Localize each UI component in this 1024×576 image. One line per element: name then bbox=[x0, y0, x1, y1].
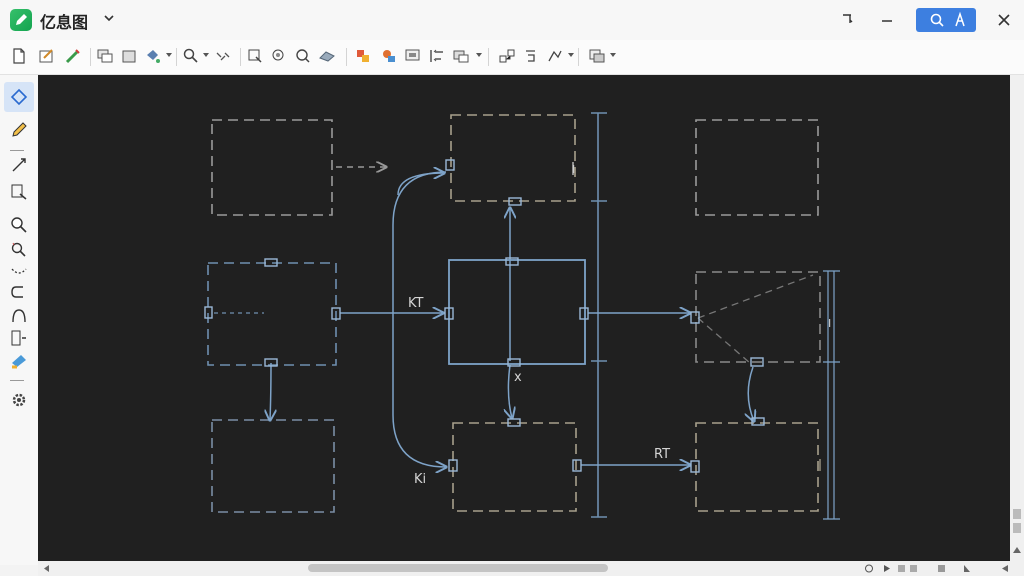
diagram: KT x RT Ki I I bbox=[204, 112, 840, 520]
layout-icon[interactable] bbox=[588, 47, 606, 65]
dropdown-arrow-icon[interactable] bbox=[610, 53, 616, 57]
toolbar-divider bbox=[488, 48, 489, 66]
arc-icon[interactable] bbox=[9, 306, 29, 326]
layer-paint-icon[interactable] bbox=[380, 47, 398, 65]
box-top-center bbox=[450, 114, 576, 202]
chevron-down-icon[interactable] bbox=[103, 12, 115, 24]
rail-right-ticks bbox=[823, 270, 840, 520]
connector-center-down bbox=[508, 364, 512, 418]
connector-mid-left-down bbox=[270, 362, 271, 420]
pin-icon[interactable] bbox=[834, 8, 860, 32]
path-icon[interactable] bbox=[546, 47, 564, 65]
toolbar-divider bbox=[176, 48, 177, 66]
play-icon bbox=[884, 565, 890, 572]
logo-pen-icon bbox=[16, 14, 27, 25]
close-button[interactable] bbox=[991, 8, 1017, 32]
label-rt: RT bbox=[654, 447, 670, 462]
connector-right-vertical bbox=[748, 366, 754, 421]
tool-divider bbox=[10, 150, 24, 151]
page-icon bbox=[898, 565, 905, 572]
new-page-icon[interactable] bbox=[10, 47, 28, 65]
connector-bus bbox=[392, 171, 446, 467]
expand-icon[interactable] bbox=[214, 47, 232, 65]
tag-search-icon[interactable] bbox=[270, 47, 288, 65]
copy-icon[interactable] bbox=[120, 47, 138, 65]
app-logo bbox=[10, 9, 32, 31]
link-icon[interactable] bbox=[522, 47, 540, 65]
scroll-right-icon bbox=[1002, 565, 1008, 572]
dropdown-arrow-icon[interactable] bbox=[476, 53, 482, 57]
box-mid-right bbox=[695, 271, 821, 363]
select-diamond-icon[interactable] bbox=[9, 87, 29, 107]
share-icon bbox=[955, 11, 965, 27]
toolbar-divider bbox=[346, 48, 347, 66]
group-icon[interactable] bbox=[452, 47, 470, 65]
vertical-scrollbar[interactable] bbox=[1010, 75, 1024, 561]
box-bottom-left bbox=[211, 419, 335, 513]
box-mid-left bbox=[207, 262, 337, 366]
drawing-canvas[interactable]: KT x RT Ki I I bbox=[38, 75, 1010, 561]
toolbar-divider bbox=[90, 48, 91, 66]
scroll-thumb-small bbox=[1013, 509, 1021, 519]
toolbar-divider bbox=[240, 48, 241, 66]
box-top-right bbox=[695, 119, 819, 216]
box-bottom-center bbox=[452, 422, 577, 512]
text-box-icon[interactable] bbox=[9, 182, 29, 202]
fit-icon bbox=[938, 565, 945, 572]
label-ki: Ki bbox=[414, 472, 426, 487]
scroll-arrow-icon bbox=[1013, 547, 1021, 553]
line-icon[interactable] bbox=[9, 155, 29, 175]
toolbar-divider bbox=[578, 48, 579, 66]
toolbar bbox=[0, 40, 1024, 75]
fill-icon[interactable] bbox=[9, 351, 29, 371]
select-icon[interactable] bbox=[246, 47, 264, 65]
zoom-in-icon[interactable] bbox=[9, 215, 29, 235]
arrange-icon[interactable] bbox=[404, 47, 422, 65]
label-i-top: I bbox=[572, 163, 575, 176]
box-top-left bbox=[211, 119, 333, 216]
zoom-status-icon bbox=[865, 564, 873, 573]
edit-style-icon[interactable] bbox=[38, 47, 56, 65]
align-icon[interactable] bbox=[428, 47, 446, 65]
container-icon[interactable] bbox=[9, 328, 29, 348]
loop-icon[interactable] bbox=[9, 282, 29, 302]
brush-icon[interactable] bbox=[64, 47, 82, 65]
connect-icon[interactable] bbox=[498, 47, 516, 65]
resize-icon bbox=[964, 565, 970, 572]
duplicate-icon[interactable] bbox=[96, 47, 114, 65]
pencil-icon[interactable] bbox=[9, 120, 29, 140]
dropdown-arrow-icon[interactable] bbox=[203, 53, 209, 57]
horizontal-scroll-thumb[interactable] bbox=[308, 564, 608, 572]
rail-right bbox=[827, 271, 835, 519]
box-bottom-right bbox=[695, 422, 819, 512]
dropdown-arrow-icon[interactable] bbox=[568, 53, 574, 57]
app-title: 亿息图 bbox=[40, 13, 89, 32]
curve-icon[interactable] bbox=[9, 263, 29, 283]
label-i-right: I bbox=[828, 317, 831, 330]
port-handles bbox=[204, 159, 765, 473]
label-kt: KT bbox=[408, 296, 424, 311]
zoom-magic-icon[interactable] bbox=[9, 240, 29, 260]
eraser-icon[interactable] bbox=[318, 47, 336, 65]
close-icon bbox=[998, 14, 1010, 26]
search-icon[interactable] bbox=[182, 47, 200, 65]
title-bar: 亿息图 bbox=[0, 0, 1024, 40]
horizontal-scrollbar[interactable] bbox=[38, 561, 1024, 576]
paint-icon[interactable] bbox=[144, 47, 162, 65]
settings-icon[interactable] bbox=[9, 390, 29, 410]
search-share-button[interactable] bbox=[916, 8, 976, 32]
tool-divider bbox=[10, 380, 24, 381]
connector-diagonal bbox=[697, 274, 814, 364]
box-center bbox=[448, 259, 586, 365]
label-x: x bbox=[514, 370, 522, 385]
page-icon bbox=[910, 565, 917, 572]
rail-center-ticks bbox=[591, 112, 607, 518]
minimize-button[interactable] bbox=[874, 8, 900, 32]
left-toolbar bbox=[0, 75, 38, 565]
layer-color-icon[interactable] bbox=[354, 47, 372, 65]
scroll-left-icon bbox=[44, 565, 49, 572]
zoom-icon[interactable] bbox=[294, 47, 312, 65]
dropdown-arrow-icon[interactable] bbox=[166, 53, 172, 57]
status-icons[interactable] bbox=[864, 563, 1024, 574]
